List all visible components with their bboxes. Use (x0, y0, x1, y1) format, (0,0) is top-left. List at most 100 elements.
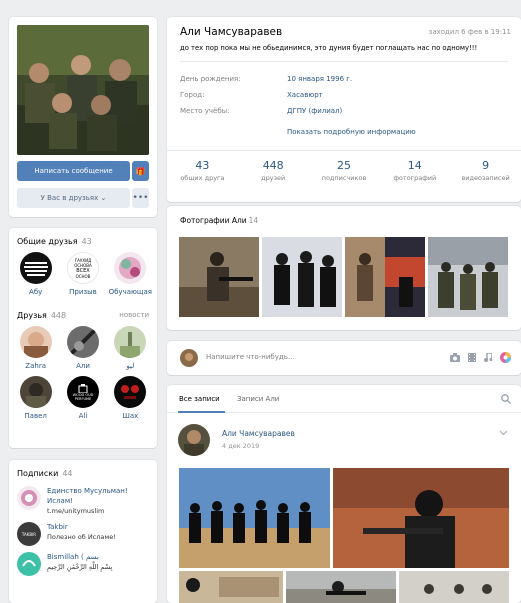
music-icon[interactable] (484, 352, 493, 364)
avatar-text: ОСНОВ (75, 273, 91, 279)
mutual-friend-item[interactable]: Абу (14, 252, 58, 296)
photo-thumb[interactable] (262, 237, 342, 317)
subscription-title: Единство Мусульман! Ислам! (47, 487, 128, 505)
counter-videos[interactable]: 9 видеозаписей (450, 159, 521, 182)
tab-owner-posts[interactable]: Записи Али (237, 395, 279, 403)
divider (180, 61, 508, 62)
last-seen: заходил 6 фев в 19:11 (428, 28, 511, 36)
subscription-item[interactable]: Bismillah ( بسم بِسْمِ اللَّهِ الرَّحْمَٰ… (9, 552, 157, 576)
post-image[interactable] (333, 468, 509, 568)
avatar (66, 326, 99, 358)
photos-header[interactable]: Фотографии Али 14 (180, 216, 258, 225)
friend-item[interactable]: WOOD OUD PERFUME Ali (61, 376, 105, 420)
send-message-button[interactable]: Написать сообщение (17, 161, 130, 181)
post-author[interactable]: Али Чамсуваравев (222, 429, 295, 438)
friends-news-link[interactable]: новости (119, 311, 149, 322)
wall-tabs: Все записи Записи Али (167, 385, 521, 413)
video-icon[interactable] (468, 353, 476, 364)
profile-info-card: Али Чамсуваравев заходил 6 фев в 19:11 д… (167, 17, 521, 202)
subscription-title: Bismillah ( بسم (47, 553, 99, 561)
friends-count: 448 (50, 311, 67, 320)
avatar[interactable] (178, 424, 210, 456)
subscriptions-count: 44 (62, 469, 73, 478)
chevron-down-icon[interactable] (499, 429, 508, 439)
more-actions-button[interactable]: ••• (132, 188, 149, 208)
post-date[interactable]: 4 дек 2019 (222, 442, 259, 450)
photo-strip (179, 237, 508, 317)
info-value[interactable]: ДГПУ (филиал) (287, 107, 342, 115)
gift-button[interactable]: 🎁 (132, 161, 149, 181)
subscription-item[interactable]: Единство Мусульман! Ислам! t.me/unitymusl… (9, 486, 157, 516)
counter-number: 14 (407, 159, 422, 172)
info-label: Место учёбы: (180, 107, 230, 115)
profile-status: до тех пор пока мы не обьединимся, это д… (180, 44, 478, 52)
post-image[interactable] (286, 571, 396, 603)
counter-number: 25 (336, 159, 351, 172)
profile-name: Али Чамсуваравев (180, 26, 283, 38)
subscriptions-card: Подписки 44 Единство Мусульман! Ислам! t.m… (9, 460, 157, 603)
mutual-friends-title: Общие друзья (17, 237, 78, 246)
search-icon[interactable] (501, 394, 511, 406)
friend-item[interactable]: Шах (108, 376, 152, 420)
tab-all-posts[interactable]: Все записи (179, 395, 220, 403)
avatar-text: TAKBIR (21, 531, 37, 537)
info-value[interactable]: Хасавюрт (287, 91, 323, 99)
counter-number: 448 (262, 159, 284, 172)
post-image[interactable] (179, 468, 330, 568)
friend-name: Шах (122, 412, 139, 420)
info-label: Город: (180, 91, 205, 99)
camera-icon[interactable] (450, 353, 460, 364)
counter-photos[interactable]: 14 фотографий (379, 159, 450, 182)
friend-status-button[interactable]: У Вас в друзьях ⌄ (17, 188, 130, 208)
subscriptions-title: Подписки (17, 469, 59, 478)
avatar-text: PERFUME (74, 396, 92, 401)
counter-label: общих друга (180, 174, 225, 182)
friend-name: Али (76, 362, 90, 370)
composer-attachments (450, 352, 511, 365)
friend-item[interactable]: ليو (108, 326, 152, 370)
friends-header[interactable]: Друзья 448 новости (9, 302, 157, 322)
counter-friends[interactable]: 448 друзей (238, 159, 309, 182)
friends-card: Общие друзья 43 Абу ГАУХИД ОСНОВА ВСЕХ ОС… (9, 228, 157, 448)
friend-item[interactable]: Zahra (14, 326, 58, 370)
post-image[interactable] (179, 571, 283, 603)
theme-icon[interactable] (500, 352, 511, 365)
gift-icon: 🎁 (135, 166, 146, 176)
friend-name: Призыв (69, 288, 97, 296)
mutual-friend-item[interactable]: Обучающая (108, 252, 152, 296)
profile-photo[interactable] (17, 25, 149, 155)
photos-count: 14 (248, 216, 259, 225)
subscription-subtitle: Полезно об Исламе! (47, 533, 116, 541)
counter-mutual-friends[interactable]: 43 общих друга (167, 159, 238, 182)
avatar (19, 252, 52, 284)
avatar (114, 326, 147, 358)
perfume-icon (78, 383, 88, 393)
subscription-subtitle: t.me/unitymuslim (47, 507, 105, 515)
post-image[interactable] (399, 571, 509, 603)
avatar (114, 252, 147, 284)
show-more-info-link[interactable]: Показать подробную информацию (287, 128, 416, 136)
post-composer: Напишите что-нибудь... (167, 341, 521, 375)
avatar (17, 552, 41, 576)
friend-item[interactable]: Павел (14, 376, 58, 420)
subscriptions-header[interactable]: Подписки 44 (9, 460, 157, 480)
post-input[interactable]: Напишите что-нибудь... (206, 353, 295, 361)
subscription-item[interactable]: TAKBIR Takbir Полезно об Исламе! (9, 522, 157, 546)
avatar (180, 349, 198, 367)
photo-thumb[interactable] (179, 237, 259, 317)
photo-thumb[interactable] (345, 237, 425, 317)
photo-thumb[interactable] (428, 237, 508, 317)
counter-number: 9 (482, 159, 490, 172)
counter-label: фотографий (393, 174, 437, 182)
info-label: День рождения: (180, 75, 241, 83)
counter-followers[interactable]: 25 подписчиков (309, 159, 380, 182)
info-row-education: Место учёбы: ДГПУ (филиал) (180, 107, 342, 115)
active-tab-indicator (178, 411, 225, 413)
friend-name: Абу (29, 288, 43, 296)
mutual-friend-item[interactable]: ГАУХИД ОСНОВА ВСЕХ ОСНОВ Призыв (61, 252, 105, 296)
info-value[interactable]: 10 января 1996 г. (287, 75, 352, 83)
friend-item[interactable]: Али (61, 326, 105, 370)
avatar (19, 326, 52, 358)
mutual-friends-header[interactable]: Общие друзья 43 (9, 228, 157, 248)
counter-number: 43 (195, 159, 210, 172)
